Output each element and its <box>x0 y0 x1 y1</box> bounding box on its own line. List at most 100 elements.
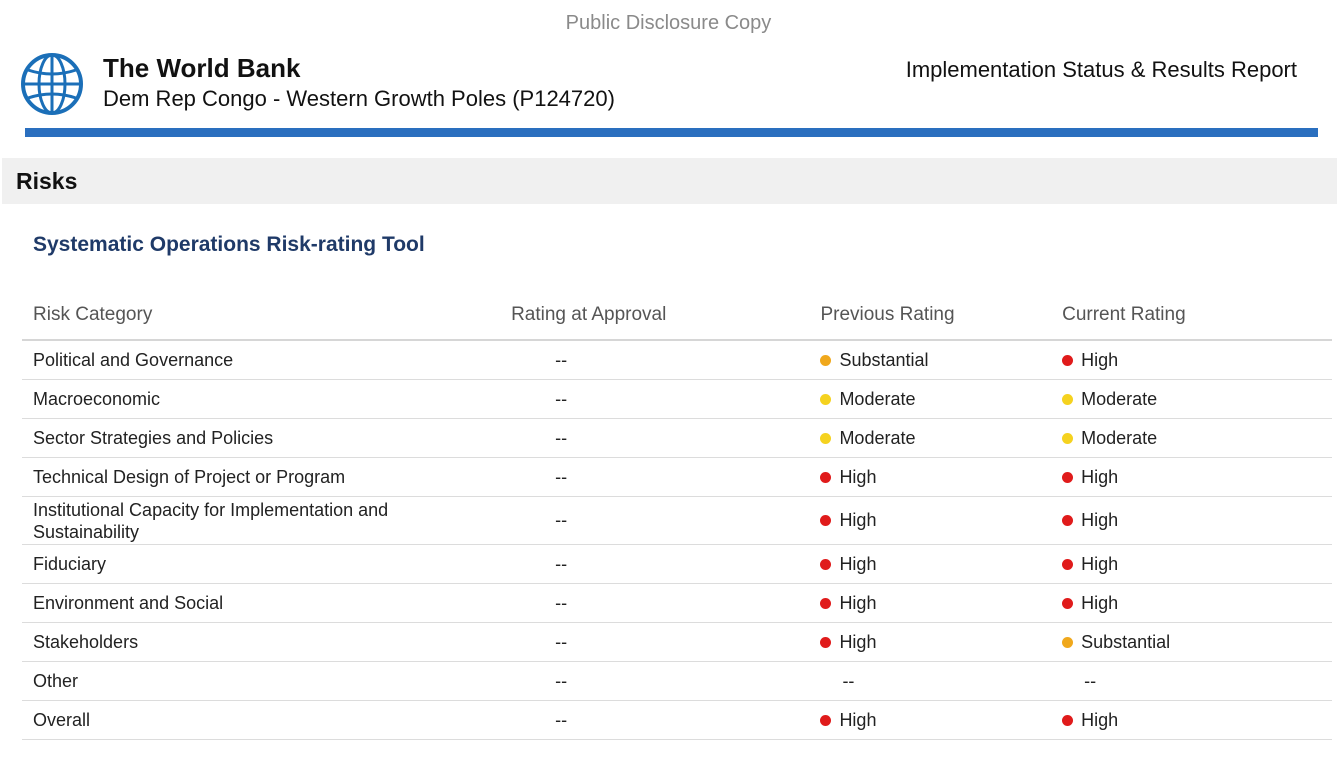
section-header-bar: Risks <box>2 158 1337 204</box>
rating-dot-icon <box>820 714 832 726</box>
risk-category-cell: Overall <box>22 700 512 740</box>
section-title: Risks <box>16 168 78 194</box>
rating-dot-icon <box>1062 636 1074 648</box>
current-rating-label: -- <box>1084 670 1097 691</box>
risk-category-label: Sector Strategies and Policies <box>33 428 274 448</box>
previous-rating-label: High <box>839 631 877 652</box>
current-rating-cell: High <box>1062 700 1332 740</box>
rating-dot-icon <box>1062 597 1074 609</box>
current-rating-label: High <box>1081 709 1119 730</box>
current-rating-cell: Moderate <box>1062 418 1332 458</box>
rating-at-approval-cell: -- <box>511 661 821 701</box>
current-rating: Moderate <box>1062 389 1157 410</box>
previous-rating-cell: High <box>820 457 1063 497</box>
current-rating: High <box>1062 350 1118 371</box>
risk-category-label: Other <box>33 671 79 691</box>
current-rating-cell: High <box>1062 340 1332 380</box>
table-row: Macroeconomic -- Moderate Moderate <box>22 379 1332 419</box>
risk-category-cell: Fiduciary <box>22 544 512 584</box>
previous-rating-label: High <box>839 553 877 574</box>
current-rating: Moderate <box>1062 428 1157 449</box>
current-rating: High <box>1062 593 1118 614</box>
risk-category-cell: Stakeholders <box>22 622 512 662</box>
previous-rating-cell: High <box>820 544 1063 584</box>
rating-at-approval-cell: -- <box>511 379 821 419</box>
previous-rating-label: High <box>839 709 877 730</box>
table-row: Institutional Capacity for Implementatio… <box>22 496 1332 545</box>
rating-dot-icon <box>1062 714 1074 726</box>
current-rating-label: High <box>1081 349 1119 370</box>
current-rating-cell: High <box>1062 496 1332 545</box>
current-rating-cell: Moderate <box>1062 379 1332 419</box>
rating-dot-icon <box>1062 471 1074 483</box>
report-title: Implementation Status & Results Report <box>905 57 1297 82</box>
previous-rating-cell: Substantial <box>820 340 1063 380</box>
column-header-previous-rating: Previous Rating <box>820 290 1063 341</box>
table-header-row: Risk Category Rating at Approval Previou… <box>22 290 1332 341</box>
column-header-rating-at-approval: Rating at Approval <box>511 290 821 341</box>
previous-rating: -- <box>820 671 854 692</box>
risk-category-cell: Environment and Social <box>22 583 512 623</box>
rating-dot-icon <box>820 558 832 570</box>
risk-category-cell: Macroeconomic <box>22 379 512 419</box>
rating-dot-icon <box>820 432 832 444</box>
current-rating-label: Moderate <box>1081 427 1158 448</box>
rating-at-approval-cell: -- <box>511 622 821 662</box>
rating-at-approval-cell: -- <box>511 457 821 497</box>
risk-category-cell: Other <box>22 661 512 701</box>
subsection-title: Systematic Operations Risk-rating Tool <box>33 233 425 256</box>
previous-rating-label: Substantial <box>839 349 929 370</box>
rating-at-approval-cell: -- <box>511 700 821 740</box>
previous-rating-cell: Moderate <box>820 418 1063 458</box>
table-row: Environment and Social -- High High <box>22 583 1332 623</box>
previous-rating: High <box>820 593 876 614</box>
rating-at-approval-cell: -- <box>511 583 821 623</box>
current-rating-label: Substantial <box>1081 631 1171 652</box>
current-rating: Substantial <box>1062 632 1170 653</box>
risk-category-label: Macroeconomic <box>33 389 161 409</box>
current-rating-cell: High <box>1062 457 1332 497</box>
current-rating: High <box>1062 710 1118 731</box>
risk-category-label: Environment and Social <box>33 593 224 613</box>
risk-category-cell: Sector Strategies and Policies <box>22 418 512 458</box>
previous-rating: High <box>820 554 876 575</box>
current-rating-label: High <box>1081 553 1119 574</box>
table-row: Other -- -- -- <box>22 661 1332 701</box>
risk-category-label: Stakeholders <box>33 632 139 652</box>
previous-rating: High <box>820 510 876 531</box>
current-rating-cell: High <box>1062 583 1332 623</box>
previous-rating-label: Moderate <box>839 388 916 409</box>
risk-category-cell: Political and Governance <box>22 340 512 380</box>
table-row: Overall -- High High <box>22 700 1332 740</box>
previous-rating-label: High <box>839 592 877 613</box>
rating-dot-icon <box>820 636 832 648</box>
risk-category-cell: Technical Design of Project or Program <box>22 457 512 497</box>
project-name: Dem Rep Congo - Western Growth Poles (P1… <box>103 86 615 111</box>
table-body: Political and Governance -- Substantial Hig… <box>22 340 1332 740</box>
current-rating: High <box>1062 510 1118 531</box>
table-row: Stakeholders -- High Substantial <box>22 622 1332 662</box>
rating-dot-icon <box>1062 354 1074 366</box>
rating-dot-icon <box>820 354 832 366</box>
rating-at-approval-cell: -- <box>511 340 821 380</box>
rating-at-approval-cell: -- <box>511 496 821 545</box>
current-rating-cell: -- <box>1062 661 1332 701</box>
rating-dot-icon <box>820 471 832 483</box>
risk-rating-table: Risk Category Rating at Approval Previou… <box>22 290 1332 740</box>
organization-name: The World Bank <box>103 53 301 83</box>
previous-rating-cell: High <box>820 622 1063 662</box>
rating-dot-icon <box>1062 515 1074 526</box>
rating-dot-icon <box>820 597 832 609</box>
previous-rating-cell: High <box>820 700 1063 740</box>
risk-category-label: Overall <box>33 710 91 730</box>
header-divider <box>25 128 1318 137</box>
current-rating: -- <box>1062 671 1096 692</box>
risk-category-label: Political and Governance <box>33 350 234 370</box>
table-row: Technical Design of Project or Program --… <box>22 457 1332 497</box>
previous-rating: Moderate <box>820 389 915 410</box>
previous-rating-label: -- <box>842 670 855 691</box>
previous-rating: Substantial <box>820 349 929 371</box>
previous-rating: High <box>820 710 876 731</box>
current-rating: High <box>1062 554 1118 575</box>
previous-rating: High <box>820 467 876 488</box>
